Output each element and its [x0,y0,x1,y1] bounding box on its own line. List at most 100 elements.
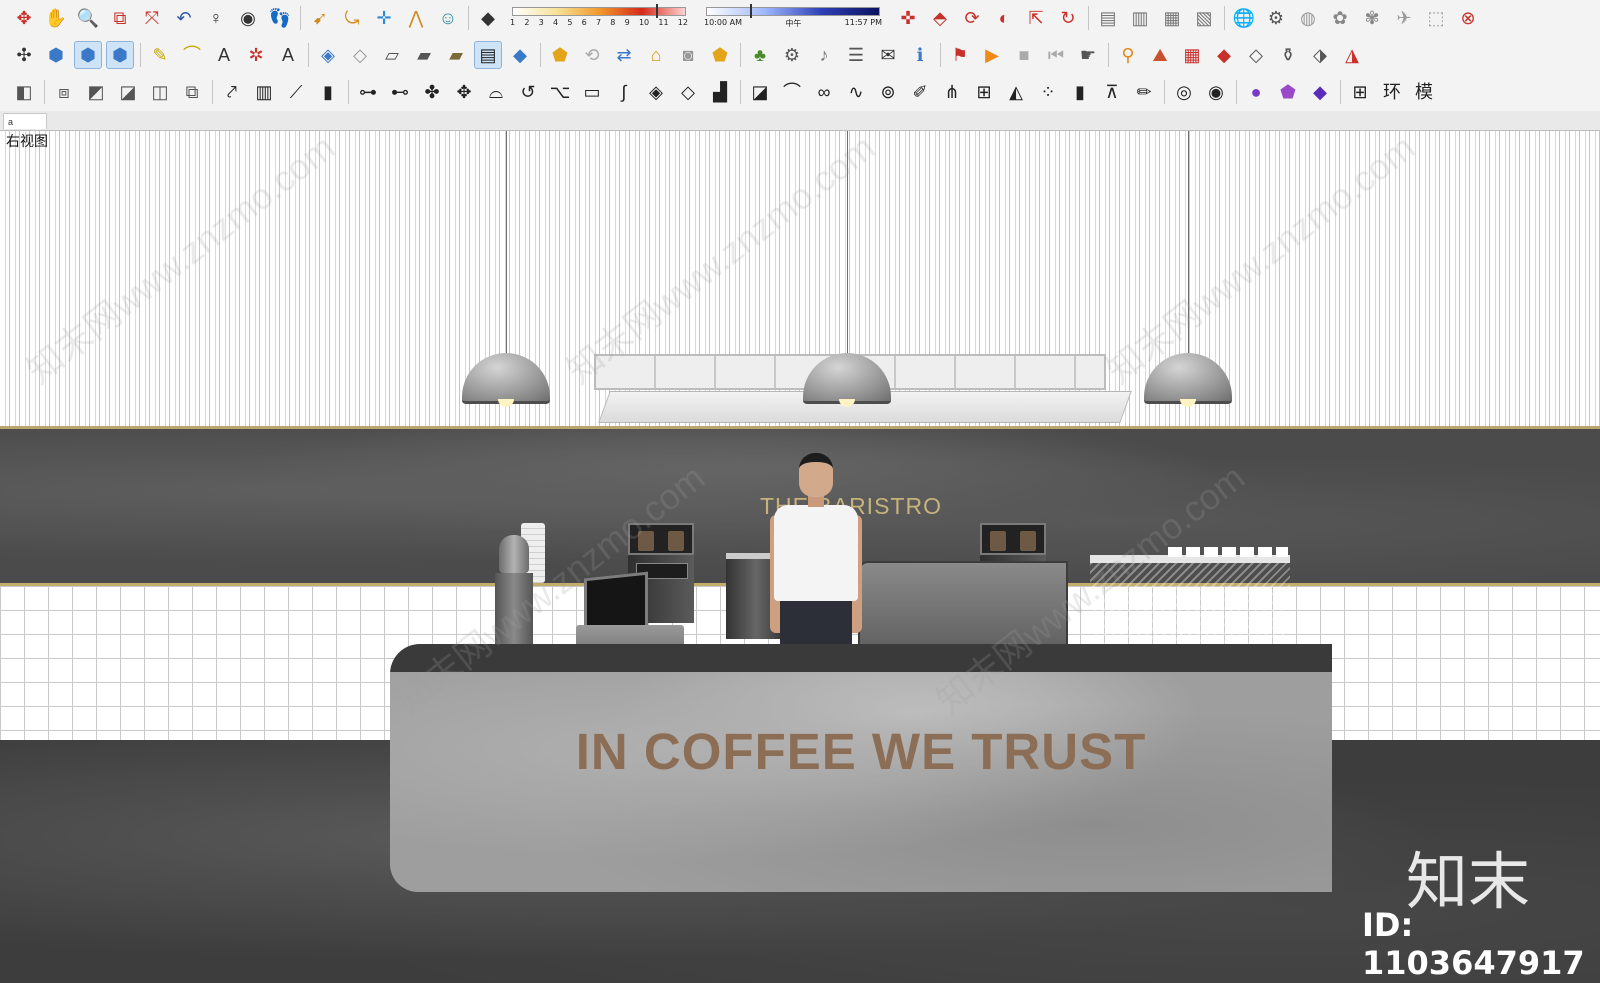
extension-warehouse-icon[interactable]: ⬟ [706,41,734,69]
warehouse-icon[interactable]: ⬟ [546,41,574,69]
top-view-icon[interactable]: ⬢ [74,41,102,69]
position-camera-icon[interactable]: ♀ [202,4,230,32]
sandbox-icon[interactable]: ⋀ [402,4,430,32]
layer-manager-icon[interactable]: ▤ [1094,4,1122,32]
hidden-line-icon[interactable]: ▱ [378,41,406,69]
scale-icon[interactable]: ⇱ [1022,4,1050,32]
swirl-icon[interactable]: ⊚ [874,78,902,106]
material-shield-icon[interactable]: ⬟ [1274,78,1302,106]
layer-add-icon[interactable]: ▥ [1126,4,1154,32]
follow-me-icon[interactable]: ⤿ [338,4,366,32]
3d-text-icon[interactable]: A [274,41,302,69]
front-view-icon[interactable]: ⬢ [106,41,134,69]
bars-icon[interactable]: ▮ [314,78,342,106]
solid-tools-icon[interactable]: ◧ [10,78,38,106]
model-viewport[interactable]: THE BARISTRO IN COFFEE WE TRUST 知末网www.z… [0,131,1600,983]
wireframe-icon[interactable]: ◇ [346,41,374,69]
tree-icon[interactable]: ♣ [746,41,774,69]
material-tag-icon[interactable]: ◆ [1306,78,1334,106]
axes-icon[interactable]: ✣ [10,41,38,69]
settings-icon[interactable]: ☰ [842,41,870,69]
text-icon[interactable]: A [210,41,238,69]
camera-icon[interactable]: ⌂ [642,41,670,69]
photo-icon[interactable]: ◙ [674,41,702,69]
stairs-icon[interactable]: ⤤ [218,78,246,106]
bucket-icon[interactable]: ⚱ [1274,41,1302,69]
section-plane-icon[interactable]: ◈ [314,41,342,69]
layer-delete-icon[interactable]: ▦ [1158,4,1186,32]
pan-icon[interactable]: ✋ [42,4,70,32]
column-icon[interactable]: ▥ [250,78,278,106]
look-around-icon[interactable]: ◉ [234,4,262,32]
hand-icon[interactable]: ☛ [1074,41,1102,69]
component-icon[interactable]: ⚙ [1262,4,1290,32]
zoom-window-icon[interactable]: ⧉ [106,4,134,32]
sound-icon[interactable]: ♪ [810,41,838,69]
branch-icon[interactable]: ⌥ [546,78,574,106]
select-icon[interactable]: ➹ [306,4,334,32]
zoom-extents-icon[interactable]: ⤧ [138,4,166,32]
rewind-icon[interactable]: ⏮ [1042,41,1070,69]
triangle-icon[interactable]: ◮ [1338,41,1366,69]
railing-icon[interactable]: ⊶ [354,78,382,106]
dome-icon[interactable]: ⌒ [778,78,806,106]
map-icon[interactable]: ▦ [1178,41,1206,69]
walk-icon[interactable]: 👣 [266,4,294,32]
shadow-month-slider[interactable]: 1 2 3 4 5 6 7 8 9 10 11 12 [506,4,692,32]
stop-icon[interactable]: ■ [1010,41,1038,69]
xray-icon[interactable]: ◆ [506,41,534,69]
window-icon[interactable]: ◪ [746,78,774,106]
huan-plugin-icon[interactable]: 环 [1378,78,1406,106]
iso-view-icon[interactable]: ⬢ [42,41,70,69]
play-icon[interactable]: ▶ [978,41,1006,69]
export-icon[interactable]: ◇ [1242,41,1270,69]
previous-view-icon[interactable]: ↶ [170,4,198,32]
building-icon[interactable]: ▟ [706,78,734,106]
split-icon[interactable]: ⧉ [178,78,206,106]
compass-icon[interactable]: ⊼ [1098,78,1126,106]
lattice-2-icon[interactable]: ◇ [674,78,702,106]
mo-plugin-icon[interactable]: 模 [1410,78,1438,106]
palm-icon[interactable]: ✥ [450,78,478,106]
colonnade-icon[interactable]: ⊞ [970,78,998,106]
send-icon[interactable]: ✈ [1390,4,1418,32]
pencil-icon[interactable]: ✐ [906,78,934,106]
monochrome-icon[interactable]: ▤ [474,41,502,69]
offset-icon[interactable]: ↻ [1054,4,1082,32]
protractor-icon[interactable]: ⌒ [178,41,206,69]
circle-mod-icon[interactable]: ◎ [1170,78,1198,106]
move-tool-red-icon[interactable]: ✜ [894,4,922,32]
chain-icon[interactable]: ∞ [810,78,838,106]
dimension-icon[interactable]: ✎ [146,41,174,69]
plant-icon[interactable]: ✤ [418,78,446,106]
reel-2-icon[interactable]: ✾ [1358,4,1386,32]
intersect-icon[interactable]: ◪ [114,78,142,106]
axes-tool-icon[interactable]: ✲ [242,41,270,69]
reel-icon[interactable]: ✿ [1326,4,1354,32]
book-icon[interactable]: ▮ [1066,78,1094,106]
trim-icon[interactable]: ◫ [146,78,174,106]
push-pull-icon[interactable]: ⬘ [926,4,954,32]
orbit-icon[interactable]: ✥ [10,4,38,32]
material-icon[interactable]: ◍ [1294,4,1322,32]
skp-icon[interactable]: ◆ [1210,41,1238,69]
terrain-icon[interactable]: ⛰ [1146,41,1174,69]
grid-plugin-icon[interactable]: ⊞ [1346,78,1374,106]
ramp-icon[interactable]: ⟋ [282,78,310,106]
pipe-icon[interactable]: ▭ [578,78,606,106]
move-icon[interactable]: ✛ [370,4,398,32]
brush-icon[interactable]: ✏ [1130,78,1158,106]
shadow-time-slider[interactable]: 10:00 AM 中午 11:57 PM [700,4,886,32]
tape-icon[interactable]: ◐ [990,4,1018,32]
info-icon[interactable]: ℹ [906,41,934,69]
pin-icon[interactable]: ⚲ [1114,41,1142,69]
subtract-icon[interactable]: ◩ [82,78,110,106]
spiral-icon[interactable]: ↺ [514,78,542,106]
material-purple-icon[interactable]: ● [1242,78,1270,106]
shaded-icon[interactable]: ▰ [410,41,438,69]
grid-array-icon[interactable]: ⁘ [1034,78,1062,106]
textured-icon[interactable]: ▰ [442,41,470,69]
share-model-icon[interactable]: ⇄ [610,41,638,69]
lattice-icon[interactable]: ◈ [642,78,670,106]
zoom-icon[interactable]: 🔍 [74,4,102,32]
